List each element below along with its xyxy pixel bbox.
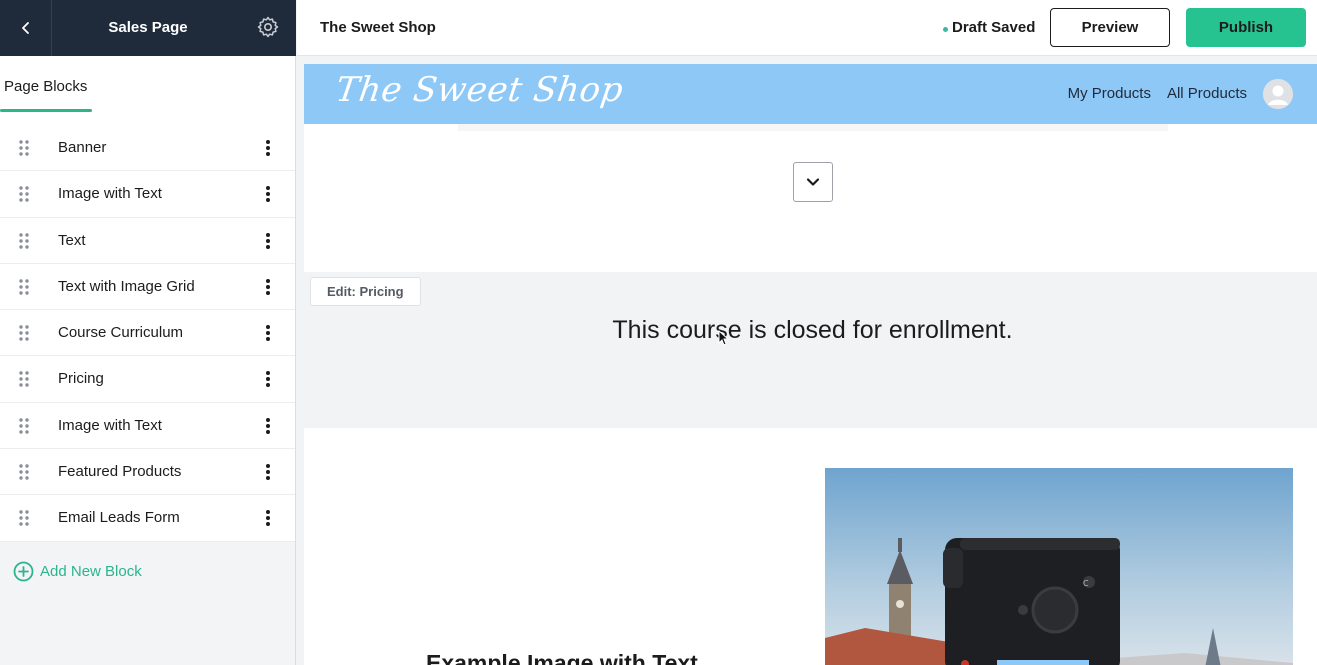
block-row[interactable]: Banner	[0, 125, 295, 172]
editor-topbar: The Sweet Shop Draft Saved Preview Publi…	[297, 0, 1317, 56]
image-with-text-heading: Example Image with Text	[426, 650, 698, 665]
block-row[interactable]: Text	[0, 217, 295, 264]
block-row[interactable]: Email Leads Form	[0, 495, 295, 542]
block-label: Featured Products	[58, 463, 182, 481]
block-list: Banner Image with Text Text Text with Image…	[0, 125, 295, 542]
sidebar-title: Sales Page	[108, 19, 188, 36]
draft-status-label: Draft Saved	[952, 19, 1036, 36]
status-dot-icon	[943, 27, 948, 32]
nav-link-my-products[interactable]: My Products	[1068, 64, 1151, 124]
drag-handle-icon[interactable]	[19, 464, 29, 480]
drag-handle-icon[interactable]	[19, 418, 29, 434]
preview-button[interactable]: Preview	[1050, 8, 1170, 47]
avatar[interactable]	[1263, 79, 1293, 109]
plus-circle-icon	[13, 561, 34, 582]
site-nav: My Products All Products	[1068, 64, 1247, 124]
block-row[interactable]: Text with Image Grid	[0, 263, 295, 311]
more-options-icon[interactable]	[263, 232, 273, 250]
drag-handle-icon[interactable]	[19, 371, 29, 388]
edit-pricing-tag[interactable]: Edit: Pricing	[310, 277, 421, 306]
block-label: Text	[58, 231, 86, 249]
gear-icon[interactable]	[256, 15, 280, 39]
active-tab-indicator	[0, 109, 92, 112]
page-title: The Sweet Shop	[320, 19, 436, 36]
mouse-cursor-icon	[718, 330, 730, 346]
drag-handle-icon[interactable]	[19, 279, 29, 295]
sidebar-header: Sales Page	[0, 0, 296, 56]
back-button[interactable]	[0, 0, 52, 56]
more-options-icon[interactable]	[263, 509, 273, 527]
block-label: Pricing	[58, 370, 104, 388]
more-options-icon[interactable]	[263, 185, 273, 203]
nav-link-all-products[interactable]: All Products	[1167, 64, 1247, 124]
block-label: Image with Text	[58, 416, 162, 434]
block-row[interactable]: Image with Text	[0, 402, 295, 450]
add-new-block-button[interactable]: Add New Block	[13, 561, 142, 582]
enrollment-closed-message: This course is closed for enrollment.	[612, 316, 1013, 344]
site-header: The Sweet Shop My Products All Products	[304, 64, 1317, 124]
sidebar-tabs: Page Blocks	[0, 56, 295, 126]
expand-button[interactable]	[793, 162, 833, 202]
block-label: Text with Image Grid	[58, 277, 195, 295]
image-with-text-section[interactable]: C Example Image with Text	[304, 428, 1317, 665]
more-options-icon[interactable]	[263, 278, 273, 296]
draft-status: Draft Saved	[943, 0, 1035, 56]
block-row[interactable]: Pricing	[0, 356, 295, 403]
svg-text:C: C	[1083, 579, 1089, 588]
chevron-left-icon	[21, 22, 29, 34]
banner-edge	[458, 124, 1168, 131]
block-row[interactable]: Featured Products	[0, 449, 295, 496]
drag-handle-icon[interactable]	[19, 186, 29, 202]
drag-handle-icon[interactable]	[19, 510, 29, 527]
drag-handle-icon[interactable]	[19, 232, 29, 249]
block-row[interactable]: Course Curriculum	[0, 310, 295, 357]
more-options-icon[interactable]	[263, 417, 273, 435]
drag-handle-icon[interactable]	[19, 325, 29, 341]
more-options-icon[interactable]	[263, 324, 273, 342]
block-label: Banner	[58, 139, 107, 156]
chevron-down-icon	[806, 178, 820, 186]
block-label: Image with Text	[58, 185, 162, 203]
user-icon	[1263, 79, 1293, 109]
pricing-section[interactable]: Edit: Pricing This course is closed for …	[304, 272, 1317, 428]
block-row[interactable]: Image with Text	[0, 171, 295, 218]
site-logo[interactable]: The Sweet Shop	[333, 70, 626, 110]
page-blocks-sidebar: Sales Page Page Blocks Banner Image with …	[0, 0, 296, 665]
more-options-icon[interactable]	[263, 139, 273, 157]
block-label: Course Curriculum	[58, 324, 184, 342]
drag-handle-icon[interactable]	[19, 140, 29, 156]
block-label: Email Leads Form	[58, 509, 180, 527]
more-options-icon[interactable]	[263, 463, 273, 481]
page-preview-canvas: The Sweet Shop My Products All Products …	[304, 64, 1317, 665]
tab-page-blocks[interactable]: Page Blocks	[4, 78, 87, 95]
publish-button[interactable]: Publish	[1186, 8, 1306, 47]
more-options-icon[interactable]	[263, 370, 273, 388]
add-new-block-label: Add New Block	[40, 563, 142, 580]
camera-photo: C	[825, 468, 1293, 665]
